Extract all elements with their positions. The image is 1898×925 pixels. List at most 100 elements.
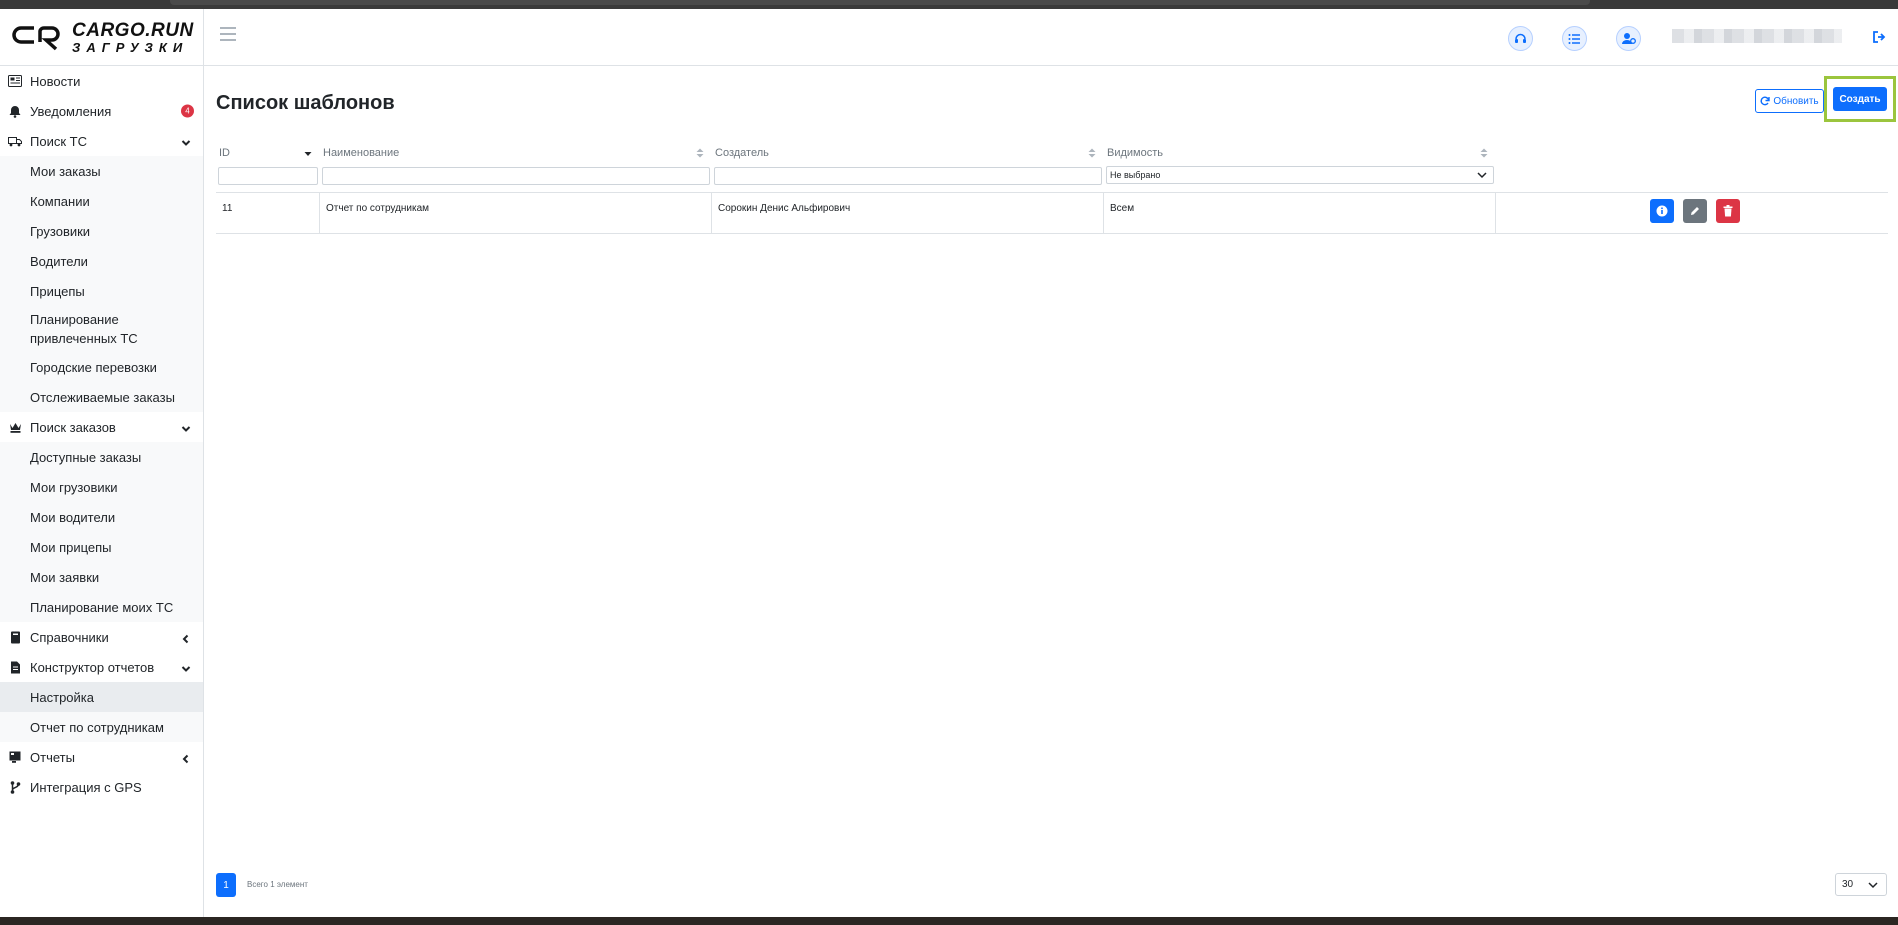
sidebar: CARGO.RUN ЗАГРУЗКИ Новости Уведомления 4… [0,9,204,917]
sidebar-item-companies[interactable]: Компании [0,186,203,216]
info-icon [1656,205,1668,217]
sidebar-item-reports[interactable]: Отчеты [0,742,203,772]
sidebar-item-report-builder[interactable]: Конструктор отчетов [0,652,203,682]
sort-desc-icon [304,148,312,158]
browser-top-strip [0,0,1898,9]
column-header-name[interactable]: Наименование [320,142,712,164]
sidebar-item-label: Справочники [30,629,109,645]
sidebar-item-label: Уведомления [30,103,112,119]
sidebar-item-settings[interactable]: Настройка [0,682,203,712]
cell-creator: Сорокин Денис Альфирович [712,193,1104,233]
chevron-down-icon [1477,171,1487,179]
creator-filter-input[interactable] [714,167,1102,185]
sidebar-item-drivers[interactable]: Водители [0,246,203,276]
sidebar-item-trailers[interactable]: Прицепы [0,276,203,306]
column-header-visibility[interactable]: Видимость [1104,142,1496,164]
column-header-id[interactable]: ID [216,142,320,164]
sort-icon [696,148,704,158]
user-settings-icon[interactable] [1616,26,1641,51]
logout-icon[interactable] [1872,30,1886,44]
chevron-left-icon [181,752,191,764]
pagination-page-1[interactable]: 1 [216,873,236,897]
delete-button[interactable] [1715,199,1740,223]
app-window: CARGO.RUN ЗАГРУЗКИ Новости Уведомления 4… [0,9,1898,917]
sidebar-item-my-trailers[interactable]: Мои прицепы [0,532,203,562]
refresh-button-label: Обновить [1773,95,1819,107]
sidebar-item-label: Мои заказы [30,163,101,179]
chevron-left-icon [181,632,191,644]
table-header-row: ID Наименование Создатель Видимость [216,142,1888,164]
notification-count-badge: 4 [181,104,194,118]
brand-title: CARGO.RUN [72,19,194,41]
edit-button[interactable] [1682,199,1707,223]
table-row: 11 Отчет по сотрудникам Сорокин Денис Ал… [216,192,1888,234]
book-icon [8,630,22,644]
id-filter-input[interactable] [218,167,318,185]
sidebar-item-employee-report[interactable]: Отчет по сотрудникам [0,712,203,742]
sidebar-item-city-transport[interactable]: Городские перевозки [0,352,203,382]
branch-icon [8,780,22,794]
sidebar-item-label: Отчет по сотрудникам [30,719,164,735]
main-content: Список шаблонов Обновить Создать ID Наим… [204,66,1898,917]
sidebar-item-my-trucks[interactable]: Мои грузовики [0,472,203,502]
column-header-creator[interactable]: Создатель [712,142,1104,164]
truck-icon [8,134,22,148]
visibility-filter-select[interactable]: Не выбрано [1106,166,1494,184]
cell-id: 11 [216,193,320,233]
chevron-down-icon [181,136,191,146]
sidebar-item-label: Доступные заказы [30,449,142,465]
sidebar-item-tracked-orders[interactable]: Отслеживаемые заказы [0,382,203,412]
sidebar-item-label: Поиск заказов [30,419,116,435]
sidebar-item-my-drivers[interactable]: Мои водители [0,502,203,532]
sidebar-item-planning-my-vehicles[interactable]: Планирование моих ТС [0,592,203,622]
sidebar-item-trucks[interactable]: Грузовики [0,216,203,246]
sidebar-item-label: Мои прицепы [30,539,112,555]
sidebar-item-planning-hired[interactable]: Планирование привлеченных ТС [0,306,203,352]
report-icon [8,750,22,764]
sidebar-item-search-vehicles[interactable]: Поиск ТС [0,126,203,156]
pagination-total: Всего 1 элемент [247,880,308,889]
sidebar-item-label: Интеграция с GPS [30,779,142,795]
menu-toggle-icon[interactable] [220,27,236,41]
sidebar-item-news[interactable]: Новости [0,66,203,96]
file-icon [8,660,22,674]
refresh-icon [1760,96,1771,106]
sidebar-item-label: Конструктор отчетов [30,659,155,675]
table-filter-row: Не выбрано [216,164,1888,186]
sidebar-item-label: Мои водители [30,509,116,525]
sidebar-item-gps-integration[interactable]: Интеграция с GPS [0,772,203,802]
sidebar-item-my-orders[interactable]: Мои заказы [0,156,203,186]
sidebar-nav: Новости Уведомления 4 Поиск ТС Мои заказ… [0,66,203,802]
chevron-down-icon [181,422,191,432]
info-button[interactable] [1650,199,1674,223]
page-title: Список шаблонов [216,92,395,114]
cell-visibility: Всем [1104,193,1496,233]
sidebar-item-available-orders[interactable]: Доступные заказы [0,442,203,472]
refresh-button[interactable]: Обновить [1755,89,1824,113]
sort-icon [1480,148,1488,158]
brand-subtitle: ЗАГРУЗКИ [72,39,189,55]
chevron-down-icon [181,662,191,672]
support-headset-icon[interactable] [1508,26,1533,51]
sidebar-item-directories[interactable]: Справочники [0,622,203,652]
name-filter-input[interactable] [322,167,710,185]
sidebar-item-my-requests[interactable]: Мои заявки [0,562,203,592]
list-icon[interactable] [1562,26,1587,51]
chess-queen-icon [8,420,22,434]
newspaper-icon [8,74,22,88]
trash-icon [1723,205,1733,217]
page-size-select[interactable]: 30 [1835,873,1887,896]
sidebar-item-label: Отслеживаемые заказы [30,389,175,405]
brand-logo[interactable]: CARGO.RUN ЗАГРУЗКИ [0,9,203,66]
sidebar-item-notifications[interactable]: Уведомления 4 [0,96,203,126]
cell-actions [1496,193,1888,233]
user-name-blurred [1672,29,1842,43]
sidebar-item-label: Городские перевозки [30,359,157,375]
sidebar-item-search-orders[interactable]: Поиск заказов [0,412,203,442]
cargo-logo-icon [12,21,68,53]
sidebar-item-label: Мои грузовики [30,479,118,495]
sidebar-item-label: Настройка [30,689,94,705]
chevron-down-icon [1868,881,1878,889]
create-button[interactable]: Создать [1833,87,1887,111]
sort-icon [1088,148,1096,158]
